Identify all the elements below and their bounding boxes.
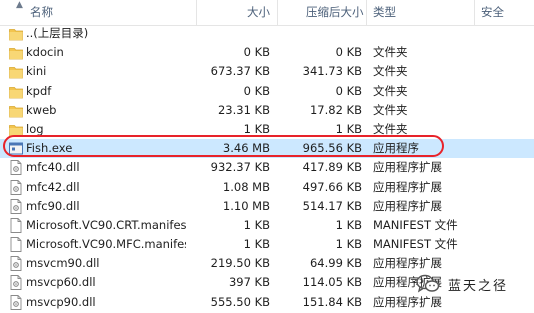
file-size: 397 KB [228, 275, 270, 290]
file-row[interactable]: mfc42.dll 1.08 MB 497.66 KB 应用程序扩展 [0, 178, 534, 197]
file-name: kpdf [26, 83, 52, 98]
file-size: 1 KB [243, 237, 270, 252]
file-size: 1.10 MB [222, 198, 270, 213]
file-name: Microsoft.VC90.CRT.manifest [26, 217, 186, 232]
dll-icon [9, 294, 23, 310]
file-type: MANIFEST 文件 [373, 217, 458, 232]
file-row[interactable]: Microsoft.VC90.CRT.manifest 1 KB 1 KB MANIF… [0, 216, 534, 235]
file-compressed-size: 114.05 KB [302, 275, 362, 290]
file-name: mfc42.dll [26, 179, 80, 194]
column-header-size[interactable]: 大小 [247, 0, 270, 25]
folder-icon [9, 84, 23, 99]
file-row[interactable]: msvcm90.dll 219.50 KB 64.99 KB 应用程序扩展 [0, 254, 534, 273]
file-compressed-size: 514.17 KB [302, 198, 362, 213]
file-row[interactable]: kdocin 0 KB 0 KB 文件夹 [0, 43, 534, 62]
file-type: 文件夹 [373, 45, 408, 60]
file-size: 1 KB [243, 217, 270, 232]
file-row[interactable]: kpdf 0 KB 0 KB 文件夹 [0, 82, 534, 101]
column-header-name[interactable]: 名称 [30, 0, 53, 25]
file-compressed-size: 1 KB [335, 217, 362, 232]
column-divider[interactable] [366, 0, 367, 25]
file-compressed-size: 64.99 KB [309, 256, 362, 271]
file-list: ..(上层目录) kdocin 0 KB 0 KB 文件夹 kini 673.37 KB 34… [0, 24, 534, 312]
file-size: 0 KB [243, 45, 270, 60]
file-size: 0 KB [243, 83, 270, 98]
watermark: 蓝天之径 [416, 272, 508, 296]
dll-icon [9, 198, 23, 214]
sort-ascending-icon: ▲ [16, 0, 23, 10]
file-name: ..(上层目录) [26, 26, 89, 40]
file-size: 23.31 KB [217, 102, 270, 117]
file-row[interactable]: mfc40.dll 932.37 KB 417.89 KB 应用程序扩展 [0, 158, 534, 177]
dll-icon [9, 275, 23, 291]
file-name: msvcp90.dll [26, 294, 96, 309]
file-type: 应用程序扩展 [373, 256, 442, 271]
column-divider[interactable] [277, 0, 278, 25]
folder-icon [9, 45, 23, 60]
dll-icon [9, 256, 23, 272]
column-header-type[interactable]: 类型 [373, 0, 396, 25]
column-header-bar: ▲ 名称 大小 压缩后大小 类型 安全 [0, 0, 534, 26]
file-compressed-size: 0 KB [335, 45, 362, 60]
file-compressed-size: 17.82 KB [309, 102, 362, 117]
file-size: 555.50 KB [210, 294, 270, 309]
file-row[interactable]: Microsoft.VC90.MFC.manifest 1 KB 1 KB MANIF… [0, 235, 534, 254]
file-row[interactable]: kini 673.37 KB 341.73 KB 文件夹 [0, 62, 534, 81]
file-size: 1.08 MB [222, 179, 270, 194]
file-compressed-size: 0 KB [335, 83, 362, 98]
file-compressed-size: 497.66 KB [302, 179, 362, 194]
selection-highlight-annotation [3, 135, 444, 157]
wechat-logo-icon [416, 274, 440, 293]
file-row[interactable]: mfc90.dll 1.10 MB 514.17 KB 应用程序扩展 [0, 197, 534, 216]
file-size: 932.37 KB [210, 160, 270, 175]
file-name: kdocin [26, 45, 64, 60]
dll-icon [9, 179, 23, 195]
file-compressed-size: 151.84 KB [302, 294, 362, 309]
file-name: kweb [26, 102, 57, 117]
file-compressed-size: 341.73 KB [302, 64, 362, 79]
file-size: 219.50 KB [210, 256, 270, 271]
file-compressed-size: 417.89 KB [302, 160, 362, 175]
file-name: msvcp60.dll [26, 275, 96, 290]
file-type: 应用程序扩展 [373, 198, 442, 213]
file-type: MANIFEST 文件 [373, 237, 458, 252]
folder-icon [9, 26, 23, 41]
column-header-security[interactable]: 安全 [481, 0, 504, 25]
file-type: 应用程序扩展 [373, 160, 442, 175]
column-header-compressed-size[interactable]: 压缩后大小 [306, 0, 364, 25]
file-row[interactable]: kweb 23.31 KB 17.82 KB 文件夹 [0, 101, 534, 120]
file-icon [9, 217, 23, 233]
folder-icon [9, 64, 23, 79]
file-name: Microsoft.VC90.MFC.manifest [26, 237, 186, 252]
column-divider[interactable] [196, 0, 197, 25]
file-size: 673.37 KB [210, 64, 270, 79]
file-type: 应用程序扩展 [373, 179, 442, 194]
folder-icon [9, 103, 23, 118]
file-icon [9, 237, 23, 253]
column-divider[interactable] [474, 0, 475, 25]
file-name: kini [26, 64, 47, 79]
file-name: mfc40.dll [26, 160, 80, 175]
file-type: 文件夹 [373, 102, 408, 117]
file-name: msvcm90.dll [26, 256, 100, 271]
watermark-text: 蓝天之径 [447, 278, 508, 294]
file-row[interactable]: ..(上层目录) [0, 24, 534, 43]
file-type: 文件夹 [373, 64, 408, 79]
file-compressed-size: 1 KB [335, 237, 362, 252]
dll-icon [9, 160, 23, 176]
file-type: 文件夹 [373, 83, 408, 98]
file-name: mfc90.dll [26, 198, 80, 213]
file-type [373, 24, 473, 43]
